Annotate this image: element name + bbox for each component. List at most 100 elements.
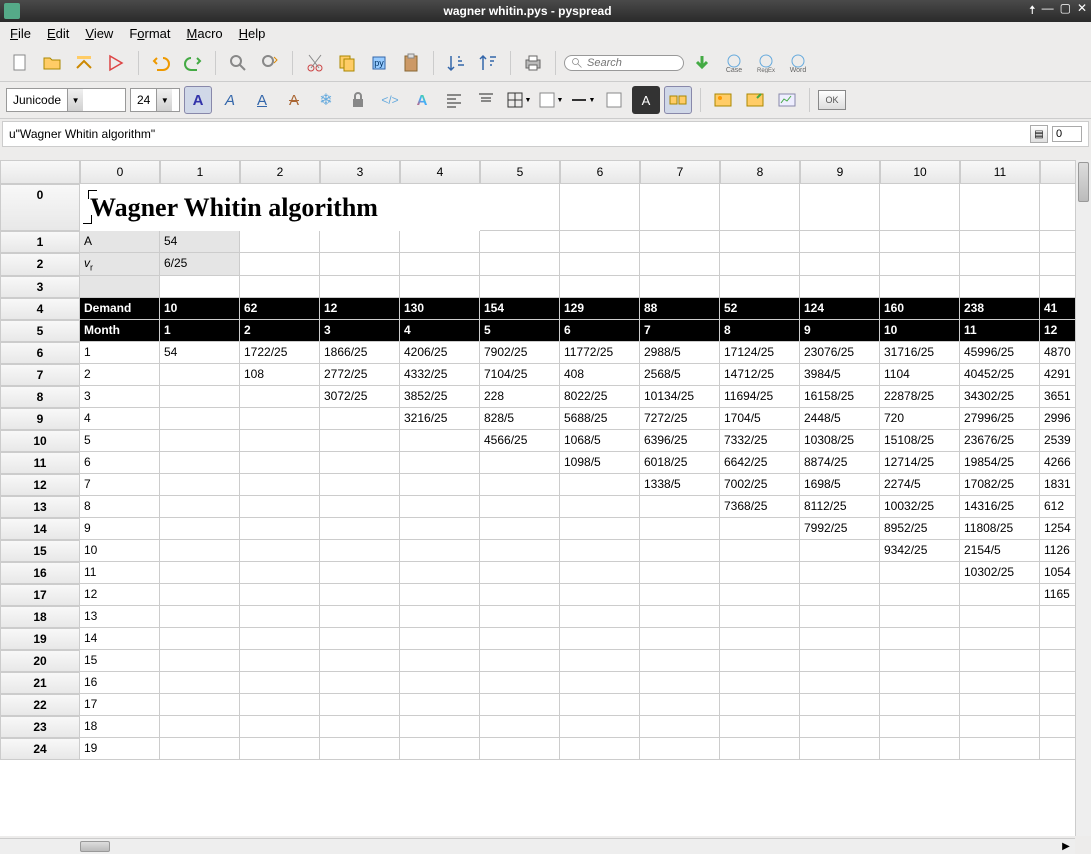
replace-icon[interactable] (256, 49, 284, 77)
cell[interactable]: 1 (80, 342, 160, 364)
cell[interactable] (240, 408, 320, 430)
cell[interactable] (480, 452, 560, 474)
col-header[interactable]: 0 (80, 160, 160, 184)
cell[interactable] (880, 562, 960, 584)
cell[interactable] (640, 628, 720, 650)
cell[interactable]: 10134/25 (640, 386, 720, 408)
cell[interactable] (400, 276, 480, 298)
row-header[interactable]: 24 (0, 738, 80, 760)
cell[interactable] (720, 253, 800, 276)
cell[interactable]: 9 (80, 518, 160, 540)
cell[interactable] (480, 738, 560, 760)
cell[interactable] (800, 628, 880, 650)
row-header[interactable]: 22 (0, 694, 80, 716)
cell[interactable]: 15 (80, 650, 160, 672)
cell[interactable]: 10308/25 (800, 430, 880, 452)
cell[interactable]: 1338/5 (640, 474, 720, 496)
cell[interactable] (320, 694, 400, 716)
cell[interactable]: 7332/25 (720, 430, 800, 452)
cell[interactable] (800, 606, 880, 628)
cell[interactable] (560, 716, 640, 738)
export-icon[interactable] (102, 49, 130, 77)
size-combo[interactable]: 24▼ (130, 88, 180, 112)
row-header[interactable]: 0 (0, 184, 80, 231)
save-icon[interactable] (70, 49, 98, 77)
cell[interactable] (640, 184, 720, 231)
row-header[interactable]: 15 (0, 540, 80, 562)
cell[interactable] (480, 496, 560, 518)
cell[interactable] (160, 650, 240, 672)
cell[interactable] (240, 518, 320, 540)
cell[interactable] (800, 540, 880, 562)
cell[interactable] (800, 672, 880, 694)
col-header[interactable]: 2 (240, 160, 320, 184)
cell[interactable] (880, 276, 960, 298)
sort-asc-icon[interactable] (442, 49, 470, 77)
cell[interactable] (720, 584, 800, 606)
col-header[interactable]: 11 (960, 160, 1040, 184)
cell[interactable]: 12714/25 (880, 452, 960, 474)
cell[interactable] (560, 584, 640, 606)
cell[interactable] (480, 253, 560, 276)
cell[interactable]: 11772/25 (560, 342, 640, 364)
sheet-input[interactable] (1052, 126, 1082, 142)
cell[interactable]: 2772/25 (320, 364, 400, 386)
cell[interactable] (480, 231, 560, 253)
cell[interactable] (560, 540, 640, 562)
cell[interactable] (720, 540, 800, 562)
cell[interactable] (800, 716, 880, 738)
cell[interactable]: 2 (80, 364, 160, 386)
cell[interactable]: A (80, 231, 160, 253)
cell[interactable] (640, 231, 720, 253)
cell[interactable] (880, 672, 960, 694)
cell[interactable] (160, 562, 240, 584)
cell[interactable]: 23076/25 (800, 342, 880, 364)
cell[interactable]: 8022/25 (560, 386, 640, 408)
cell[interactable] (320, 606, 400, 628)
case-icon[interactable]: Case (720, 49, 748, 77)
col-header[interactable]: 4 (400, 160, 480, 184)
cell[interactable]: 3 (80, 386, 160, 408)
cell[interactable] (320, 276, 400, 298)
cell[interactable] (160, 276, 240, 298)
cell[interactable]: 10 (160, 298, 240, 320)
cell[interactable] (560, 562, 640, 584)
cell[interactable] (560, 518, 640, 540)
cell[interactable] (400, 518, 480, 540)
col-header[interactable]: 5 (480, 160, 560, 184)
search-input[interactable] (587, 57, 677, 69)
cell[interactable]: 2448/5 (800, 408, 880, 430)
cell[interactable] (400, 430, 480, 452)
cell[interactable] (320, 738, 400, 760)
cell[interactable] (560, 474, 640, 496)
cell[interactable] (160, 738, 240, 760)
undo-icon[interactable] (147, 49, 175, 77)
cell[interactable] (240, 606, 320, 628)
cell[interactable]: 130 (400, 298, 480, 320)
cell[interactable]: 18 (80, 716, 160, 738)
cell[interactable]: 34302/25 (960, 386, 1040, 408)
cell[interactable] (240, 452, 320, 474)
cell[interactable] (400, 738, 480, 760)
row-header[interactable]: 9 (0, 408, 80, 430)
line-style-icon[interactable]: ▼ (568, 86, 596, 114)
cell[interactable] (400, 628, 480, 650)
cell[interactable] (160, 672, 240, 694)
row-header[interactable]: 3 (0, 276, 80, 298)
cell[interactable] (960, 738, 1040, 760)
col-header[interactable]: 8 (720, 160, 800, 184)
freeze-icon[interactable]: ❄ (312, 86, 340, 114)
cell[interactable] (800, 276, 880, 298)
cell[interactable]: 14712/25 (720, 364, 800, 386)
cell[interactable] (400, 231, 480, 253)
cell[interactable] (560, 628, 640, 650)
print-icon[interactable] (519, 49, 547, 77)
cell[interactable] (480, 474, 560, 496)
cell[interactable] (240, 738, 320, 760)
cell[interactable]: 2154/5 (960, 540, 1040, 562)
cell[interactable] (320, 562, 400, 584)
cell[interactable]: 160 (880, 298, 960, 320)
cell[interactable]: 5 (480, 320, 560, 342)
cell[interactable]: 6 (80, 452, 160, 474)
cell[interactable] (240, 584, 320, 606)
